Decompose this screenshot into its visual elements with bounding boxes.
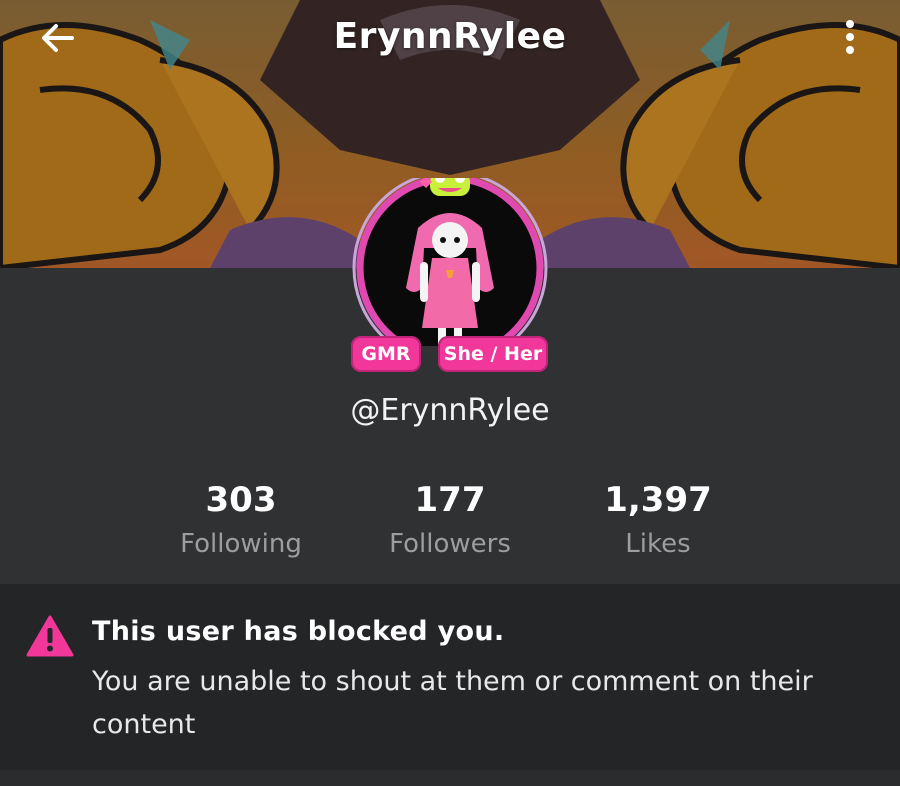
more-vertical-icon	[846, 20, 854, 54]
likes-count: 1,397	[604, 480, 712, 520]
notice-title: This user has blocked you.	[92, 616, 505, 647]
likes-label: Likes	[625, 529, 691, 559]
more-options-button[interactable]	[826, 12, 874, 62]
role-badge: GMR	[351, 336, 421, 372]
page-title: ErynnRylee	[333, 16, 567, 57]
following-stat[interactable]: 303 Following	[141, 480, 341, 562]
profile-page: ErynnRylee GMR She / Her @ErynnRylee 303…	[0, 0, 900, 786]
followers-count: 177	[414, 480, 486, 520]
avatar-image	[352, 170, 548, 366]
followers-stat[interactable]: 177 Followers	[350, 480, 550, 562]
notice-body: You are unable to shout at them or comme…	[92, 666, 813, 740]
blocked-notice: This user has blocked you. You are unabl…	[0, 584, 900, 770]
likes-stat[interactable]: 1,397 Likes	[558, 480, 758, 562]
following-count: 303	[205, 480, 277, 520]
following-label: Following	[180, 529, 302, 559]
followers-label: Followers	[389, 529, 511, 559]
warning-icon	[26, 615, 74, 657]
avatar[interactable]	[346, 170, 554, 366]
pronouns-badge: She / Her	[438, 336, 548, 372]
bottom-strip	[0, 770, 900, 786]
user-handle: @ErynnRylee	[350, 393, 550, 428]
